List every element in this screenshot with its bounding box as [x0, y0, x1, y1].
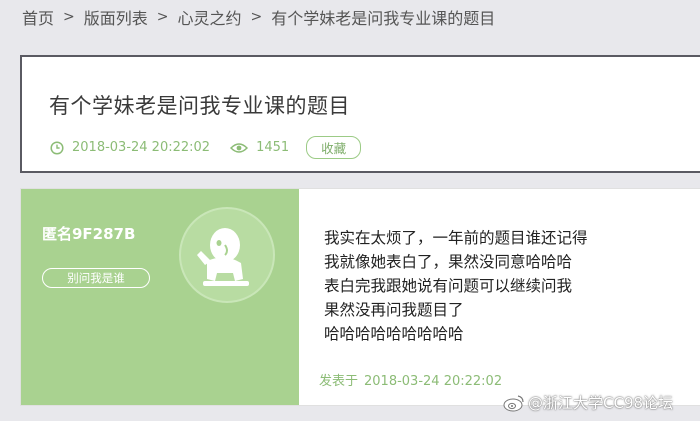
author-name[interactable]: 匿名9F287B [42, 223, 135, 244]
post-timestamp: 发表于 2018-03-24 20:22:02 [319, 370, 508, 389]
avatar-icon [197, 228, 249, 286]
avatar[interactable] [179, 207, 275, 303]
view-count: 1451 [230, 140, 289, 155]
eye-icon [230, 142, 249, 153]
breadcrumb-separator: > [63, 9, 75, 25]
breadcrumb-home[interactable]: 首页 [22, 5, 54, 29]
breadcrumb-board-list[interactable]: 版面列表 [84, 5, 148, 29]
watermark: @浙江大学CC98论坛 [503, 392, 673, 413]
post-content-line: 果然没再问我题目了 [324, 301, 464, 319]
topic-meta: 2018-03-24 20:22:02 1451 收藏 [50, 136, 362, 159]
weibo-icon [503, 394, 524, 411]
watermark-text: @浙江大学CC98论坛 [528, 394, 674, 412]
breadcrumb-separator: > [156, 9, 169, 25]
breadcrumb: 首页 > 版面列表 > 心灵之约 > 有个学妹老是问我专业课的题目 [22, 4, 495, 30]
breadcrumb-separator: > [250, 9, 263, 25]
posted-label: 发表于 [319, 374, 359, 389]
view-count-value: 1451 [256, 140, 290, 155]
post-content-line: 我就像她表白了，果然没同意哈哈哈 [324, 253, 573, 271]
clock-icon [50, 140, 64, 155]
topic-datetime: 2018-03-24 20:22:02 [72, 140, 211, 155]
post-content-line: 我实在太烦了，一年前的题目谁还记得 [324, 229, 588, 247]
author-tag-badge: 别问我是谁 [42, 268, 150, 288]
topic-header-card: 有个学妹老是问我专业课的题目 2018-03-24 20:22:02 1451 … [20, 55, 700, 173]
breadcrumb-current-topic: 有个学妹老是问我专业课的题目 [271, 9, 496, 28]
posted-datetime: 2018-03-24 20:22:02 [364, 374, 503, 389]
topic-title: 有个学妹老是问我专业课的题目 [49, 94, 350, 118]
favorite-button[interactable]: 收藏 [306, 136, 362, 159]
post-card: 匿名9F287B 别问我是谁 我实在太烦了，一年前的题目谁还记得 我就像她表白了… [20, 188, 700, 406]
breadcrumb-board[interactable]: 心灵之约 [178, 5, 242, 29]
post-content: 我实在太烦了，一年前的题目谁还记得 我就像她表白了，果然没同意哈哈哈 表白完我跟… [324, 226, 588, 346]
post-content-line: 哈哈哈哈哈哈哈哈哈 [324, 325, 464, 343]
post-content-line: 表白完我跟她说有问题可以继续问我 [324, 277, 573, 295]
author-panel: 匿名9F287B 别问我是谁 [21, 189, 299, 405]
